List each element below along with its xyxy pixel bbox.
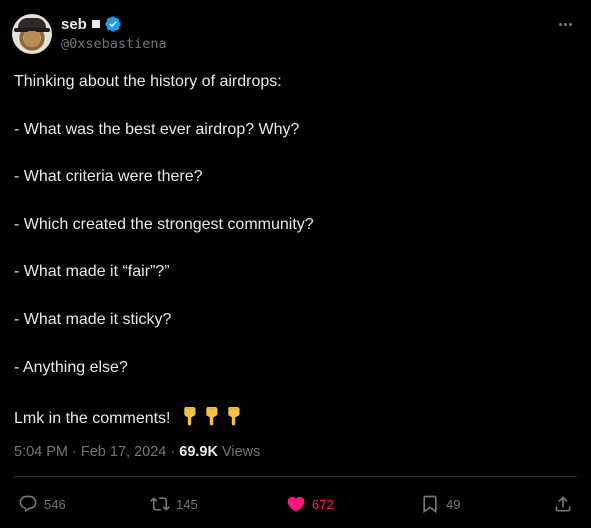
bookmark-button[interactable]: 49 (420, 490, 460, 518)
tweet-date[interactable]: Feb 17, 2024 (81, 444, 166, 460)
author-handle[interactable]: @0xsebastiena (61, 36, 167, 52)
reply-count: 546 (44, 496, 66, 512)
share-button[interactable] (553, 490, 573, 518)
author-info: seb @0xsebastiena (61, 14, 167, 53)
more-options-icon[interactable] (551, 12, 579, 36)
bookmark-count: 49 (446, 496, 461, 512)
reply-icon (19, 495, 37, 512)
pointing-down-hand-icon (206, 407, 218, 426)
tweet-card: seb @0xsebastiena Thinking about the his… (0, 0, 591, 528)
tweet-line: - What made it “fair”?” (14, 263, 170, 280)
tweet-header: seb @0xsebastiena (12, 12, 579, 58)
square-emoji-icon (91, 20, 100, 28)
views-count[interactable]: 69.9K (179, 444, 218, 460)
heart-filled-icon (287, 496, 305, 512)
action-bar: 546 145 672 49 (14, 490, 577, 518)
tweet-line: - What made it sticky? (14, 311, 172, 328)
tweet-line: - Anything else? (14, 359, 128, 376)
tweet-line: - What was the best ever airdrop? Why? (14, 121, 300, 138)
like-count: 672 (312, 496, 334, 512)
share-icon (555, 496, 571, 512)
meta-separator: · (68, 444, 81, 460)
verified-badge-icon[interactable] (104, 15, 122, 33)
views-label: Views (217, 444, 261, 460)
repost-button[interactable]: 145 (150, 490, 198, 518)
tweet-line: Lmk in the comments! (14, 410, 171, 427)
emoji-group (181, 406, 243, 426)
display-name[interactable]: seb (61, 16, 87, 33)
tweet-time[interactable]: 5:04 PM (14, 444, 68, 460)
tweet-line: - Which created the strongest community? (14, 216, 314, 233)
meta-separator: · (166, 444, 180, 460)
repost-count: 145 (176, 496, 198, 512)
repost-icon (150, 497, 170, 511)
reply-button[interactable]: 546 (18, 490, 66, 518)
tweet-line: Thinking about the history of airdrops: (14, 73, 282, 90)
bookmark-icon (423, 495, 437, 514)
tweet-line-with-emoji: Lmk in the comments! (14, 406, 243, 427)
like-button[interactable]: 672 (286, 490, 334, 518)
tweet-meta: 5:04 PM · Feb 17, 2024 · 69.9K Views (14, 444, 260, 460)
avatar-face (24, 31, 40, 47)
pointing-down-hand-icon (184, 407, 196, 426)
tweet-line: - What criteria were there? (14, 168, 203, 185)
divider (14, 476, 577, 477)
pointing-down-hand-icon (228, 407, 240, 426)
avatar[interactable] (12, 14, 52, 54)
